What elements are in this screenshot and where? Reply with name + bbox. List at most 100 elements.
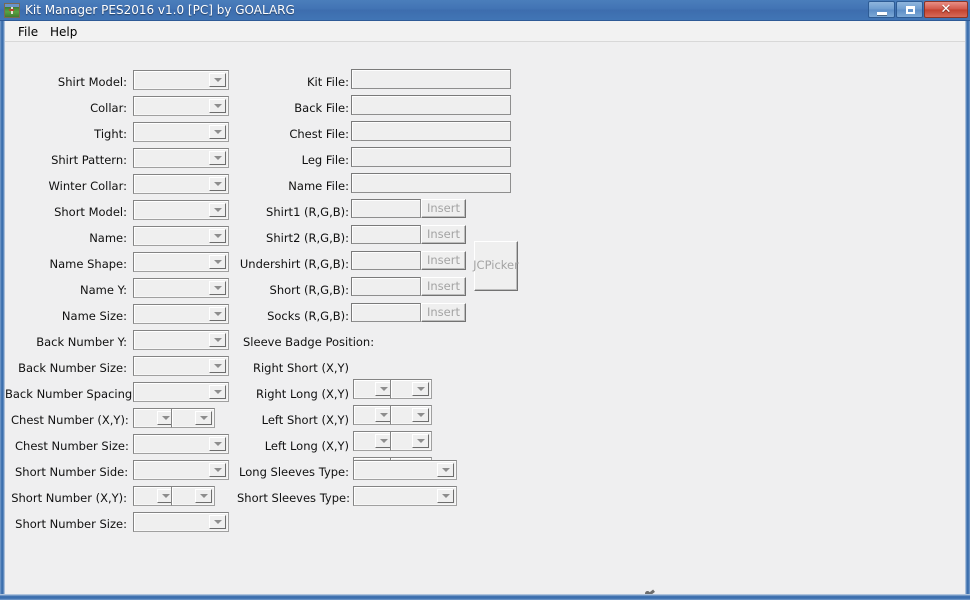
chevron-down-icon[interactable]	[209, 463, 226, 477]
insert-socks-button[interactable]: Insert	[421, 303, 466, 322]
menu-item-file[interactable]: File	[13, 24, 43, 40]
combo-short-model[interactable]	[133, 200, 229, 220]
chevron-down-icon[interactable]	[209, 73, 226, 87]
close-icon: ✕	[940, 2, 952, 17]
heading-sleeve-badge-position: Sleeve Badge Position:	[243, 335, 375, 349]
insert-shirt1-button[interactable]: Insert	[421, 199, 466, 218]
evoweb-logo: evo Web	[568, 588, 686, 594]
combo-right-long-x[interactable]	[353, 405, 395, 425]
input-short-rgb[interactable]	[351, 277, 421, 296]
combo-back-number-y[interactable]	[133, 330, 229, 350]
form-area: Shirt Model: Collar: Tight: Shirt Patter…	[5, 43, 965, 594]
chevron-down-icon[interactable]	[412, 408, 429, 422]
combo-shirt-model[interactable]	[133, 70, 229, 90]
chevron-down-icon[interactable]	[209, 177, 226, 191]
combo-collar[interactable]	[133, 96, 229, 116]
menu-item-help[interactable]: Help	[45, 24, 82, 40]
minimize-button[interactable]	[868, 1, 895, 18]
chevron-down-icon[interactable]	[209, 437, 226, 451]
label-long-sleeves-type: Long Sleeves Type:	[239, 465, 349, 479]
label-chest-file: Chest File:	[289, 127, 349, 141]
combo-back-number-spacing[interactable]	[133, 382, 229, 402]
label-leg-file: Leg File:	[301, 153, 349, 167]
chevron-down-icon[interactable]	[209, 385, 226, 399]
label-winter-collar: Winter Collar:	[48, 179, 127, 193]
combo-chest-number-size[interactable]	[133, 434, 229, 454]
chevron-down-icon[interactable]	[209, 515, 226, 529]
chevron-down-icon[interactable]	[209, 359, 226, 373]
input-leg-file[interactable]	[351, 147, 511, 167]
label-chest-number-size: Chest Number Size:	[15, 439, 129, 453]
input-name-file[interactable]	[351, 173, 511, 193]
insert-undershirt-button[interactable]: Insert	[421, 251, 466, 270]
combo-name[interactable]	[133, 226, 229, 246]
input-shirt1-rgb[interactable]	[351, 199, 421, 218]
label-name-file: Name File:	[288, 179, 349, 193]
combo-right-short-y[interactable]	[390, 379, 432, 399]
combo-name-shape[interactable]	[133, 252, 229, 272]
label-name: Name:	[89, 231, 127, 245]
combo-back-number-size[interactable]	[133, 356, 229, 376]
label-right-short-xy: Right Short (X,Y)	[253, 361, 349, 375]
label-short-rgb: Short (R,G,B):	[269, 283, 349, 297]
chevron-down-icon[interactable]	[437, 489, 454, 503]
label-kit-file: Kit File:	[306, 75, 349, 89]
label-shirt-model: Shirt Model:	[57, 75, 127, 89]
chevron-down-icon[interactable]	[412, 382, 429, 396]
insert-shirt2-button[interactable]: Insert	[421, 225, 466, 244]
label-right-long-xy: Right Long (X,Y)	[256, 387, 349, 401]
chevron-down-icon[interactable]	[209, 333, 226, 347]
chevron-down-icon[interactable]	[195, 411, 212, 425]
chevron-down-icon[interactable]	[437, 463, 454, 477]
chevron-down-icon[interactable]	[209, 255, 226, 269]
chevron-down-icon[interactable]	[209, 125, 226, 139]
chevron-down-icon[interactable]	[412, 434, 429, 448]
close-button[interactable]: ✕	[924, 1, 968, 18]
combo-long-sleeves-type[interactable]	[353, 460, 457, 480]
maximize-icon	[906, 6, 915, 14]
label-chest-number-xy: Chest Number (X,Y):	[11, 413, 129, 427]
combo-short-sleeves-type[interactable]	[353, 486, 457, 506]
combo-name-size[interactable]	[133, 304, 229, 324]
chevron-down-icon[interactable]	[209, 151, 226, 165]
combo-left-short-x[interactable]	[353, 431, 395, 451]
label-undershirt-rgb: Undershirt (R,G,B):	[239, 257, 349, 271]
label-short-number-size: Short Number Size:	[15, 517, 127, 531]
combo-right-short-x[interactable]	[353, 379, 395, 399]
input-socks-rgb[interactable]	[351, 303, 421, 322]
combo-short-number-y[interactable]	[171, 486, 215, 506]
chevron-down-icon[interactable]	[209, 99, 226, 113]
combo-tight[interactable]	[133, 122, 229, 142]
combo-chest-number-y[interactable]	[171, 408, 215, 428]
input-kit-file[interactable]	[351, 69, 511, 89]
combo-winter-collar[interactable]	[133, 174, 229, 194]
chevron-down-icon[interactable]	[195, 489, 212, 503]
input-shirt2-rgb[interactable]	[351, 225, 421, 244]
label-shirt-pattern: Shirt Pattern:	[51, 153, 127, 167]
label-left-short-xy: Left Short (X,Y)	[261, 413, 349, 427]
input-back-file[interactable]	[351, 95, 511, 115]
chevron-down-icon[interactable]	[209, 229, 226, 243]
label-short-number-xy: Short Number (X,Y):	[11, 491, 127, 505]
combo-short-number-side[interactable]	[133, 460, 229, 480]
input-chest-file[interactable]	[351, 121, 511, 141]
input-undershirt-rgb[interactable]	[351, 251, 421, 270]
combo-right-long-y[interactable]	[390, 405, 432, 425]
menu-bar: File Help	[5, 21, 965, 42]
title-bar[interactable]: Kit Manager PES2016 v1.0 [PC] by GOALARG…	[0, 0, 970, 21]
client-area: File Help Shirt Model: Collar: Tight: Sh…	[5, 21, 965, 594]
jcpicker-button[interactable]: JCPicker	[473, 241, 519, 291]
chevron-down-icon[interactable]	[209, 203, 226, 217]
combo-short-number-size[interactable]	[133, 512, 229, 532]
label-back-number-size: Back Number Size:	[18, 361, 127, 375]
chevron-down-icon[interactable]	[209, 307, 226, 321]
insert-short-button[interactable]: Insert	[421, 277, 466, 296]
combo-left-short-y[interactable]	[390, 431, 432, 451]
label-left-long-xy: Left Long (X,Y)	[264, 439, 349, 453]
label-name-size: Name Size:	[61, 309, 127, 323]
maximize-button[interactable]	[896, 1, 923, 18]
chevron-down-icon[interactable]	[209, 281, 226, 295]
combo-name-y[interactable]	[133, 278, 229, 298]
combo-shirt-pattern[interactable]	[133, 148, 229, 168]
app-icon-football	[4, 3, 20, 18]
